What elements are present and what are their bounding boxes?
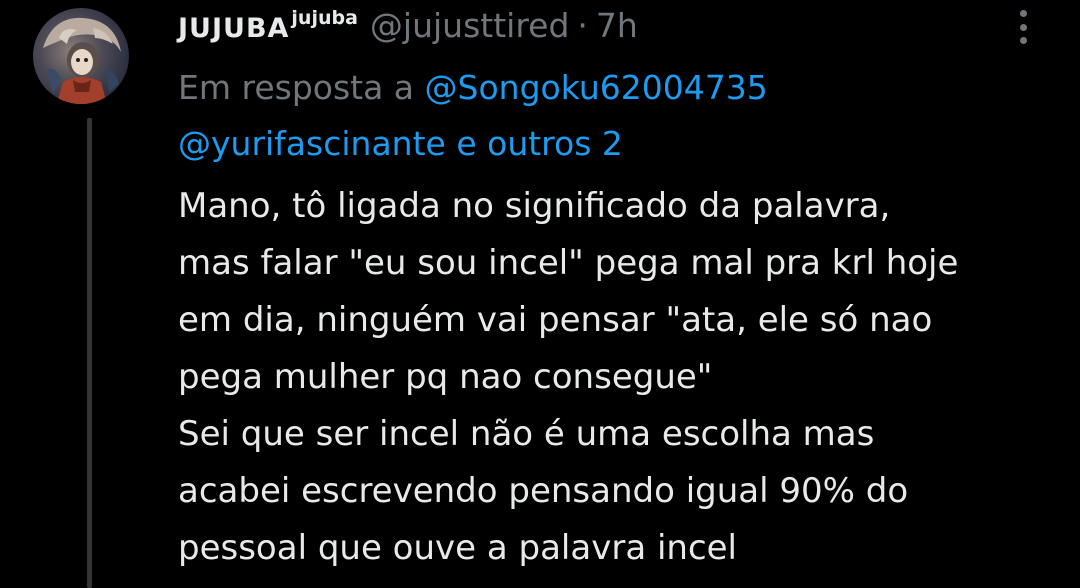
- tweet-text-line: acabei escrevendo pensando igual 90% do: [178, 471, 909, 511]
- tweet-text-line: Sei que ser incel não é uma escolha mas: [178, 414, 875, 454]
- tweet-text-line: pega mulher pq nao consegue": [178, 357, 713, 397]
- user-handle[interactable]: @jujusttired: [370, 6, 570, 45]
- reply-context: Em resposta a @Songoku62004735 @yurifasc…: [178, 60, 1038, 172]
- tweet-header: JUJUBA jujuba @jujusttired · 7h: [178, 6, 638, 52]
- tweet-text-line: mas falar "eu sou incel" pega mal pra kr…: [178, 243, 959, 283]
- more-dot: [1019, 10, 1027, 17]
- mention-link-yurifascinante[interactable]: @yurifascinante: [178, 124, 446, 163]
- tweet-text: Mano, tô ligada no significado da palavr…: [178, 178, 1058, 577]
- more-vertical-icon[interactable]: [1008, 10, 1038, 44]
- mention-link-songoku[interactable]: @Songoku62004735: [425, 68, 768, 107]
- thread-line: [87, 118, 92, 588]
- reply-conjunction: e: [456, 124, 477, 163]
- reply-others-link[interactable]: outros 2: [487, 124, 623, 163]
- display-name-superscript[interactable]: jujuba: [291, 7, 358, 29]
- display-name[interactable]: JUJUBA: [178, 13, 289, 44]
- reply-prefix: Em resposta a: [178, 68, 415, 107]
- more-dot: [1019, 23, 1027, 31]
- avatar[interactable]: [33, 8, 129, 104]
- more-dot: [1019, 37, 1027, 44]
- timestamp[interactable]: 7h: [596, 6, 638, 45]
- tweet: JUJUBA jujuba @jujusttired · 7h Em respo…: [0, 0, 1080, 588]
- avatar-image: [43, 17, 121, 104]
- tweet-text-line: Mano, tô ligada no significado da palavr…: [178, 186, 891, 226]
- separator-dot: ·: [577, 6, 588, 45]
- tweet-text-line: pessoal que ouve a palavra incel: [178, 528, 738, 568]
- tweet-text-line: em dia, ninguém vai pensar "ata, ele só …: [178, 300, 933, 340]
